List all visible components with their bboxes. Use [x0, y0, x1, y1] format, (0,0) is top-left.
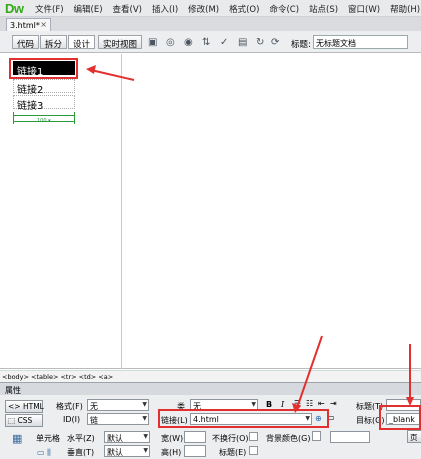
page-properties-button[interactable]: 页: [407, 430, 421, 443]
vertical-align-select[interactable]: 默认 ▼: [104, 445, 150, 457]
document-tab-label: 3.html*: [10, 21, 40, 30]
cell-label: 单元格: [36, 434, 60, 443]
vertical-align-value: 默认: [107, 448, 123, 457]
horizontal-align-label: 水平(Z): [67, 434, 95, 443]
menu-insert[interactable]: 插入(I): [152, 3, 178, 15]
vertical-align-label: 垂直(T): [67, 448, 95, 457]
menu-format[interactable]: 格式(O): [229, 3, 259, 15]
check-page-icon[interactable]: ✓: [220, 37, 228, 48]
document-title-input[interactable]: 无标题文档: [313, 35, 408, 49]
nowrap-label: 不换行(O): [212, 434, 249, 443]
highlight-box-link-1: [9, 58, 78, 79]
format-value: 无: [90, 402, 98, 411]
reload-icon[interactable]: ⟳: [271, 37, 279, 48]
inspect-icon[interactable]: ◎: [166, 37, 175, 48]
background-color-label: 背景颜色(G): [266, 434, 311, 443]
width-input[interactable]: [184, 431, 206, 443]
html-mode-label: HTML: [22, 402, 44, 411]
menu-items: 文件(F) 编辑(E) 查看(V) 插入(I) 修改(M) 格式(O) 命令(C…: [35, 3, 421, 15]
menu-help[interactable]: 帮助(H): [390, 3, 420, 15]
code-view-button[interactable]: 代码: [12, 35, 40, 50]
merge-cells-icon[interactable]: ▭ ⫼: [37, 448, 51, 458]
split-divider: [121, 54, 122, 369]
height-input[interactable]: [184, 445, 206, 457]
height-label: 高(H): [161, 448, 182, 457]
table-cell-icon: ▦: [12, 432, 23, 445]
close-tab-icon[interactable]: ×: [40, 20, 47, 29]
live-view-button[interactable]: 实时视图: [98, 35, 143, 50]
id-select[interactable]: 链 ▼: [87, 413, 149, 425]
menu-file[interactable]: 文件(F): [35, 3, 64, 15]
width-label: 宽(W): [161, 434, 184, 443]
outdent-icon[interactable]: ⇤: [318, 399, 325, 408]
tag-selector[interactable]: <body> <table> <tr> <td> <a>: [0, 370, 421, 382]
multiscreen-icon[interactable]: ▣: [148, 37, 157, 48]
browser-preview-icon[interactable]: ◉: [184, 37, 193, 48]
menu-bar: Dw 文件(F) 编辑(E) 查看(V) 插入(I) 修改(M) 格式(O) 命…: [0, 0, 421, 17]
background-color-swatch[interactable]: [312, 431, 321, 441]
bold-button[interactable]: B: [266, 400, 272, 409]
design-view[interactable]: 链接1 链接2 链接3 100 ▾: [0, 54, 421, 369]
chevron-down-icon: ▼: [142, 415, 147, 422]
unordered-list-icon[interactable]: ☰: [294, 399, 301, 408]
menu-window[interactable]: 窗口(W): [348, 3, 380, 15]
split-view-button[interactable]: 拆分: [40, 35, 68, 50]
menu-edit[interactable]: 编辑(E): [74, 3, 103, 15]
document-toolbar: 代码 拆分 设计 实时视图 ▣ ◎ ◉ ⇅ ✓ ▤ ↻ ⟳ 标题: 无标题文档: [0, 31, 421, 53]
properties-panel-title: 属性: [0, 382, 421, 395]
document-tab[interactable]: 3.html* ×: [6, 18, 51, 31]
file-management-icon[interactable]: ⇅: [202, 37, 210, 48]
horizontal-align-select[interactable]: 默认 ▼: [104, 431, 150, 443]
highlight-box-target: [379, 405, 421, 430]
chevron-down-icon: ▼: [142, 401, 147, 408]
chevron-down-icon: ▼: [143, 433, 148, 440]
ordered-list-icon[interactable]: ☷: [306, 399, 313, 408]
italic-button[interactable]: I: [281, 400, 284, 409]
css-mode-label: CSS: [17, 416, 33, 425]
background-color-input[interactable]: [330, 431, 370, 443]
chevron-down-icon: ▼: [251, 401, 256, 408]
id-value: 链: [90, 416, 98, 425]
menu-site[interactable]: 站点(S): [309, 3, 338, 15]
menu-view[interactable]: 查看(V): [113, 3, 142, 15]
format-select[interactable]: 无 ▼: [87, 399, 149, 411]
app-logo: Dw: [5, 1, 24, 16]
table-width-indicator: 100 ▾: [13, 112, 75, 124]
menu-modify[interactable]: 修改(M): [188, 3, 219, 15]
format-label: 格式(F): [56, 402, 83, 411]
highlight-box-link: [158, 409, 329, 428]
html-mode-button[interactable]: <> HTML: [5, 400, 44, 413]
nowrap-checkbox[interactable]: [249, 432, 258, 441]
title-label: 标题:: [291, 40, 311, 50]
design-view-button[interactable]: 设计: [68, 35, 96, 50]
css-mode-button[interactable]: ⬚ CSS: [5, 414, 43, 427]
refresh-icon[interactable]: ↻: [256, 37, 264, 48]
menu-commands[interactable]: 命令(C): [269, 3, 299, 15]
header-label: 标题(E): [219, 448, 247, 457]
chevron-down-icon: ▼: [143, 447, 148, 454]
id-label: ID(I): [63, 415, 81, 424]
visual-aids-icon[interactable]: ▤: [238, 37, 247, 48]
header-checkbox[interactable]: [249, 446, 258, 455]
document-tab-row: 3.html* ×: [0, 17, 421, 31]
indent-icon[interactable]: ⇥: [330, 399, 337, 408]
horizontal-align-value: 默认: [107, 434, 123, 443]
table-cell-link-3[interactable]: 链接3: [13, 95, 75, 112]
html-icon: <>: [8, 402, 21, 411]
table-width-label: 100 ▾: [37, 118, 51, 124]
css-icon: ⬚: [8, 416, 16, 425]
table-cell-link-2[interactable]: 链接2: [13, 79, 75, 96]
